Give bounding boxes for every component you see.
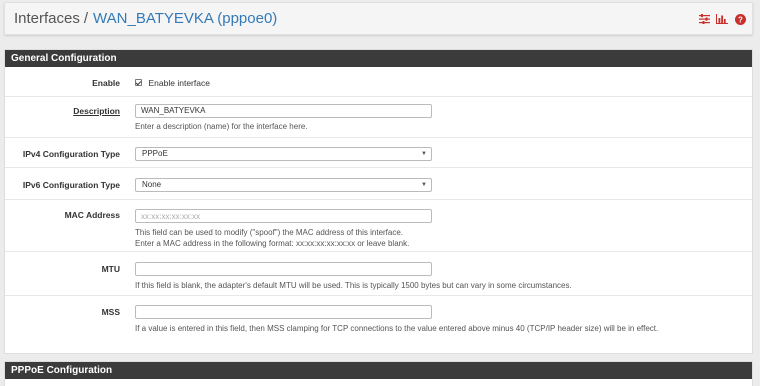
ipv4-field: PPPoE ▼ <box>135 147 432 161</box>
breadcrumb-parent[interactable]: Interfaces <box>14 10 80 27</box>
enable-field: Enable interface <box>135 77 210 88</box>
ipv6-field: None ▼ <box>135 178 432 192</box>
mac-address-row: MAC Address This field can be used to mo… <box>5 200 752 252</box>
pppoe-configuration-panel: PPPoE Configuration <box>4 361 753 386</box>
sliders-icon[interactable] <box>698 13 710 25</box>
ipv6-selected-value: None <box>142 180 162 189</box>
svg-text:?: ? <box>738 15 743 24</box>
mss-label: MSS <box>101 307 120 317</box>
header-icons: ? <box>698 13 746 25</box>
ipv4-label: IPv4 Configuration Type <box>22 149 120 159</box>
mac-address-input[interactable] <box>135 209 432 223</box>
mss-row: MSS If a value is entered in this field,… <box>5 296 752 339</box>
ipv4-row: IPv4 Configuration Type PPPoE ▼ <box>5 138 752 168</box>
mss-field: If a value is entered in this field, the… <box>135 305 658 334</box>
mtu-row: MTU If this field is blank, the adapter'… <box>5 252 752 296</box>
description-field: WAN_BATYEVKA Enter a description (name) … <box>135 104 432 132</box>
description-row: Description WAN_BATYEVKA Enter a descrip… <box>5 97 752 138</box>
mac-help-line-1: This field can be used to modify ("spoof… <box>135 228 404 237</box>
ipv6-row: IPv6 Configuration Type None ▼ <box>5 168 752 200</box>
panel-heading: PPPoE Configuration <box>5 362 752 379</box>
panel-heading: General Configuration <box>5 50 752 67</box>
mtu-input[interactable] <box>135 262 432 276</box>
ipv6-label: IPv6 Configuration Type <box>22 180 120 190</box>
ipv6-select[interactable]: None ▼ <box>135 178 432 192</box>
enable-row: Enable Enable interface <box>5 67 752 97</box>
chevron-down-icon: ▼ <box>421 151 427 157</box>
mac-address-field: This field can be used to modify ("spoof… <box>135 209 432 249</box>
description-help: Enter a description (name) for the inter… <box>135 122 308 131</box>
enable-checkbox[interactable] <box>135 79 142 87</box>
breadcrumb-current: WAN_BATYEVKA (pppoe0) <box>93 10 278 27</box>
chevron-down-icon: ▼ <box>421 182 427 188</box>
description-label: Description <box>73 106 120 116</box>
ipv4-select[interactable]: PPPoE ▼ <box>135 147 432 161</box>
bar-chart-icon[interactable] <box>716 13 728 25</box>
breadcrumb-separator: / <box>83 10 89 27</box>
mac-address-label: MAC Address <box>64 210 120 220</box>
ipv4-selected-value: PPPoE <box>142 149 168 158</box>
mac-help-line-2: Enter a MAC address in the following for… <box>135 239 410 248</box>
mss-input[interactable] <box>135 305 432 319</box>
help-icon[interactable]: ? <box>734 13 746 25</box>
enable-label: Enable <box>92 78 120 88</box>
mtu-help: If this field is blank, the adapter's de… <box>135 281 572 290</box>
enable-checkbox-label[interactable]: Enable interface <box>149 78 210 88</box>
page-header: Interfaces / WAN_BATYEVKA (pppoe0) ? <box>4 2 753 35</box>
general-configuration-panel: General Configuration Enable Enable inte… <box>4 49 753 354</box>
mss-help: If a value is entered in this field, the… <box>135 324 659 333</box>
mtu-label: MTU <box>101 264 120 274</box>
description-input[interactable]: WAN_BATYEVKA <box>135 104 432 118</box>
mtu-field: If this field is blank, the adapter's de… <box>135 262 572 291</box>
